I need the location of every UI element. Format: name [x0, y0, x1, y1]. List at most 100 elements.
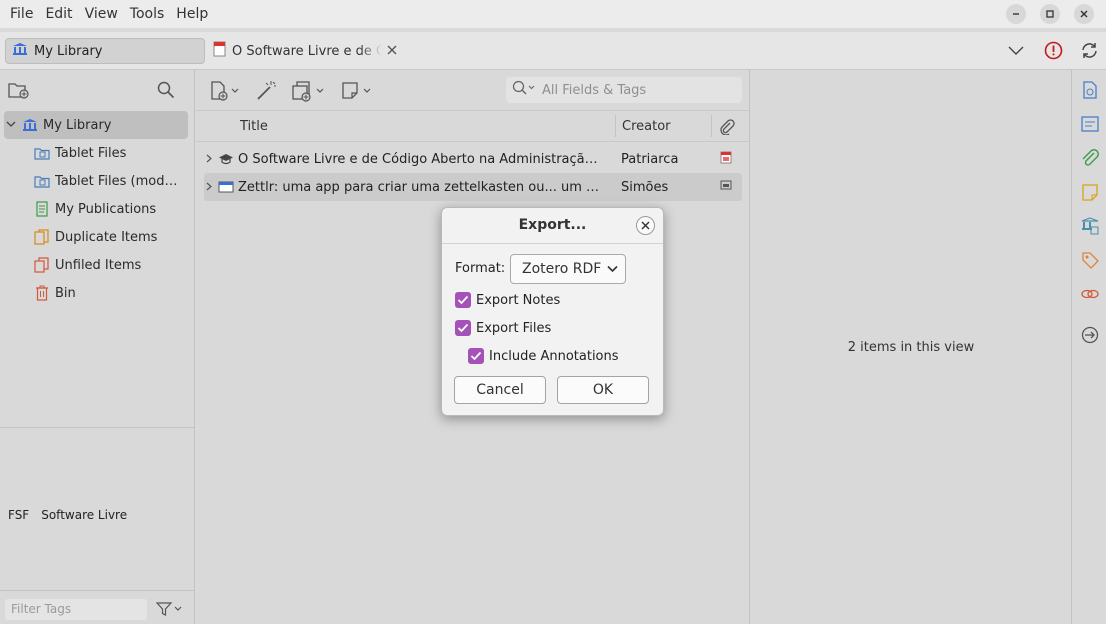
item-creator: Patriarca	[621, 151, 679, 167]
library-icon	[22, 117, 38, 133]
collection-label: My Publications	[55, 201, 157, 217]
table-row[interactable]: Zettlr: uma app para criar uma zettelkas…	[204, 173, 742, 201]
unfiled-icon	[34, 257, 50, 273]
info-section-icon[interactable]	[1081, 81, 1099, 99]
menu-view[interactable]: View	[79, 0, 124, 28]
snapshot-icon[interactable]	[720, 179, 732, 195]
minimize-icon[interactable]	[1006, 4, 1026, 24]
column-separator[interactable]	[615, 115, 616, 137]
item-title: O Software Livre e de Código Aberto na A…	[238, 151, 602, 167]
menu-file[interactable]: File	[4, 0, 39, 28]
collection-label: Unfiled Items	[55, 257, 142, 273]
related-section-icon[interactable]	[1081, 285, 1099, 303]
export-notes-checkbox[interactable]	[455, 292, 471, 308]
checkbox-label: Include Annotations	[489, 348, 619, 364]
tag-filter-divider	[0, 590, 195, 591]
format-select[interactable]: Zotero RDF	[510, 254, 626, 284]
tag-fsf[interactable]: FSF	[8, 508, 29, 522]
collection-duplicate-items[interactable]: Duplicate Items	[4, 223, 188, 251]
search-icon	[512, 80, 536, 100]
close-icon[interactable]	[636, 216, 655, 235]
collection-label: My Library	[43, 117, 112, 133]
collection-label: Tablet Files (modified)	[55, 173, 180, 189]
tablet-folder-icon	[34, 173, 50, 189]
search-placeholder: All Fields & Tags	[542, 82, 647, 98]
filter-tags-input[interactable]: Filter Tags	[5, 599, 147, 620]
tab-bar: My Library O Software Livre e de Código …	[0, 32, 1106, 70]
abstract-section-icon[interactable]	[1081, 115, 1099, 133]
tags-section-icon[interactable]	[1081, 251, 1099, 269]
item-pane-sidenav	[1071, 70, 1106, 624]
attachments-section-icon[interactable]	[1081, 149, 1099, 167]
pdf-icon	[213, 41, 227, 61]
items-column-header: Title Creator	[196, 110, 750, 142]
close-window-icon[interactable]	[1074, 4, 1094, 24]
library-icon	[12, 42, 28, 60]
collection-my-publications[interactable]: My Publications	[4, 195, 188, 223]
collection-tablet-files-modified[interactable]: Tablet Files (modified)	[4, 167, 188, 195]
close-tab-icon[interactable]	[387, 44, 397, 59]
item-pane: 2 items in this view	[751, 70, 1071, 624]
export-files-checkbox[interactable]	[455, 320, 471, 336]
include-annotations-checkbox[interactable]	[468, 348, 484, 364]
collection-bin[interactable]: Bin	[4, 279, 188, 307]
tab-my-library[interactable]: My Library	[5, 38, 205, 64]
collection-unfiled-items[interactable]: Unfiled Items	[4, 251, 188, 279]
collection-tablet-files[interactable]: Tablet Files	[4, 139, 188, 167]
export-notes-option[interactable]: Export Notes	[455, 292, 560, 308]
column-separator[interactable]	[711, 115, 712, 137]
menubar: File Edit View Tools Help	[0, 0, 1106, 28]
sync-icon[interactable]	[1080, 41, 1099, 64]
format-value: Zotero RDF	[522, 261, 602, 277]
tab-document[interactable]: O Software Livre e de Código Aberto na A…	[213, 38, 403, 64]
menu-tools[interactable]: Tools	[124, 0, 171, 28]
collection-label: Tablet Files	[55, 145, 127, 161]
collection-my-library[interactable]: My Library	[4, 111, 188, 139]
collections-pane: My Library Tablet Files Tablet Files (mo…	[0, 70, 195, 624]
include-annotations-option[interactable]: Include Annotations	[468, 348, 619, 364]
tablet-folder-icon	[34, 145, 50, 161]
table-row[interactable]: O Software Livre e de Código Aberto na A…	[204, 145, 742, 173]
chevron-down-icon[interactable]	[1008, 44, 1024, 60]
notes-section-icon[interactable]	[1081, 183, 1099, 201]
libraries-collections-section-icon[interactable]	[1081, 217, 1099, 235]
locate-icon[interactable]	[1081, 326, 1099, 344]
tag-selector-divider	[0, 427, 195, 428]
tag-software-livre[interactable]: Software Livre	[41, 508, 127, 522]
tab-label: O Software Livre e de Código Aberto na A…	[232, 43, 382, 59]
magic-wand-icon[interactable]	[255, 80, 277, 102]
chevron-down-icon[interactable]	[4, 120, 18, 131]
new-note-icon[interactable]	[341, 80, 375, 102]
search-icon[interactable]	[157, 81, 175, 103]
error-icon[interactable]	[1044, 41, 1063, 64]
pdf-icon[interactable]	[720, 151, 732, 168]
add-attachment-icon[interactable]	[291, 80, 327, 102]
items-search-input[interactable]: All Fields & Tags	[506, 77, 742, 103]
duplicate-icon	[34, 229, 50, 245]
column-title[interactable]: Title	[240, 119, 268, 134]
webpage-icon	[218, 180, 234, 194]
items-count: 2 items in this view	[847, 340, 975, 355]
menu-edit[interactable]: Edit	[39, 0, 78, 28]
checkbox-label: Export Files	[476, 320, 552, 336]
tag-actions-icon[interactable]	[156, 601, 182, 617]
new-collection-icon[interactable]	[8, 80, 30, 104]
menu-help[interactable]: Help	[170, 0, 214, 28]
format-label: Format:	[455, 261, 506, 276]
item-title: Zettlr: uma app para criar uma zettelkas…	[238, 179, 602, 195]
chevron-right-icon[interactable]	[204, 181, 214, 194]
item-creator: Simões	[621, 179, 669, 195]
chevron-down-icon	[607, 261, 618, 277]
collection-label: Duplicate Items	[55, 229, 158, 245]
new-item-icon[interactable]	[209, 80, 241, 102]
tab-label: My Library	[34, 43, 103, 59]
ok-button[interactable]: OK	[557, 376, 649, 404]
chevron-right-icon[interactable]	[204, 153, 214, 166]
attachment-column-icon[interactable]	[719, 119, 735, 139]
checkbox-label: Export Notes	[476, 292, 561, 308]
maximize-icon[interactable]	[1040, 4, 1060, 24]
column-creator[interactable]: Creator	[622, 119, 671, 134]
trash-icon	[34, 285, 50, 301]
export-files-option[interactable]: Export Files	[455, 320, 551, 336]
cancel-button[interactable]: Cancel	[454, 376, 546, 404]
